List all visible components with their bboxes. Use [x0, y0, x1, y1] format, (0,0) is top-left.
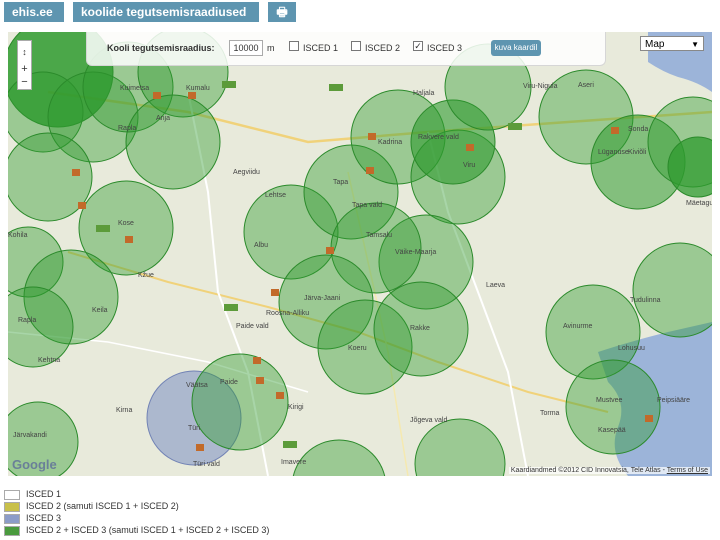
isced1-label: ISCED 1 — [303, 43, 339, 53]
svg-text:Tapa: Tapa — [333, 179, 348, 186]
svg-text:Albu: Albu — [254, 242, 268, 249]
svg-text:Rakvere vald: Rakvere vald — [418, 134, 459, 141]
top-tab-bar: ehis.ee koolide tegutsemisraadiused 🖶 — [0, 0, 720, 26]
zoom-out-button[interactable]: − — [18, 76, 31, 89]
svg-text:Kadrina: Kadrina — [378, 139, 402, 146]
svg-text:Lüganuse: Lüganuse — [598, 149, 629, 156]
radius-control-panel: Kooli tegutsemisraadius: 10000 m ISCED 1… — [86, 32, 606, 66]
legend-swatch — [4, 490, 20, 500]
svg-text:Järvakandi: Järvakandi — [13, 432, 47, 439]
svg-text:Rapla: Rapla — [118, 125, 136, 132]
legend-item: ISCED 2 (samuti ISCED 1 + ISCED 2) — [4, 501, 716, 513]
svg-text:Imavere: Imavere — [281, 459, 306, 466]
zoom-in-button[interactable]: + — [18, 63, 31, 76]
svg-text:Viru: Viru — [463, 162, 475, 169]
svg-text:Kasepää: Kasepää — [598, 427, 626, 434]
svg-text:Tamsalu: Tamsalu — [366, 232, 392, 239]
svg-text:Väike-Maarja: Väike-Maarja — [395, 249, 436, 256]
svg-text:Kuimetsa: Kuimetsa — [120, 85, 149, 92]
map-view[interactable]: Kuimetsa Kumalu Rapla Anja Haljala Viru-… — [8, 32, 712, 476]
svg-text:Mustvee: Mustvee — [596, 397, 623, 404]
map-type-select[interactable]: Map ▼ — [640, 36, 704, 51]
legend: ISCED 1 ISCED 2 (samuti ISCED 1 + ISCED … — [4, 489, 716, 537]
legend-item: ISCED 3 — [4, 513, 716, 525]
svg-text:Haljala: Haljala — [413, 90, 435, 97]
svg-text:Kiviõli: Kiviõli — [628, 149, 647, 156]
svg-text:Torma: Torma — [540, 410, 560, 417]
legend-item: ISCED 2 + ISCED 3 (samuti ISCED 1 + ISCE… — [4, 525, 716, 537]
radius-label: Kooli tegutsemisraadius: — [107, 43, 215, 53]
svg-text:Peipsiääre: Peipsiääre — [657, 397, 690, 404]
legend-swatch — [4, 526, 20, 536]
legend-label: ISCED 2 + ISCED 3 (samuti ISCED 1 + ISCE… — [26, 525, 270, 535]
svg-text:Avinurme: Avinurme — [563, 323, 593, 330]
svg-text:Lohusuu: Lohusuu — [618, 345, 645, 352]
svg-text:Kohila: Kohila — [8, 232, 28, 239]
svg-text:Laeva: Laeva — [486, 282, 505, 289]
svg-text:Anja: Anja — [156, 115, 170, 122]
legend-label: ISCED 1 — [26, 489, 62, 499]
isced2-checkbox[interactable] — [351, 41, 361, 51]
svg-text:Kehtna: Kehtna — [38, 357, 60, 364]
isced3-checkbox[interactable]: ✓ — [413, 41, 423, 51]
svg-text:Kose: Kose — [118, 220, 134, 227]
svg-text:Kumalu: Kumalu — [186, 85, 210, 92]
svg-text:Rapla: Rapla — [18, 317, 36, 324]
map-attribution: Kaardiandmed ©2012 CID Innovatsia, Tele … — [508, 467, 710, 474]
google-logo: Google — [12, 457, 57, 472]
pan-icon[interactable]: ↕ — [18, 41, 31, 63]
svg-text:Sonda: Sonda — [628, 126, 648, 133]
map-type-value: Map — [645, 39, 665, 50]
svg-text:Tapa vald: Tapa vald — [352, 202, 382, 209]
attribution-text: Kaardiandmed ©2012 CID Innovatsia, Tele … — [510, 467, 667, 474]
svg-text:Viru-Nigula: Viru-Nigula — [523, 83, 558, 90]
svg-text:Aseri: Aseri — [578, 82, 594, 89]
tab-school-radius[interactable]: koolide tegutsemisraadiused — [73, 2, 259, 22]
radius-input[interactable]: 10000 — [229, 40, 263, 56]
svg-text:Paide vald: Paide vald — [236, 323, 269, 330]
svg-text:Kirna: Kirna — [116, 407, 132, 414]
svg-text:Türi vald: Türi vald — [193, 461, 220, 468]
legend-swatch — [4, 514, 20, 524]
svg-text:Türi: Türi — [188, 425, 201, 432]
svg-text:Mäetaguse: Mäetaguse — [686, 200, 712, 207]
svg-text:Keila: Keila — [92, 307, 108, 314]
isced3-label: ISCED 3 — [427, 43, 463, 53]
svg-text:Koeru: Koeru — [348, 345, 367, 352]
svg-text:Tudulinna: Tudulinna — [630, 297, 661, 304]
svg-text:Kžue: Kžue — [138, 272, 154, 279]
radius-unit: m — [267, 43, 275, 53]
svg-text:Aegviidu: Aegviidu — [233, 169, 260, 176]
legend-label: ISCED 2 (samuti ISCED 1 + ISCED 2) — [26, 501, 179, 511]
show-on-map-button[interactable]: kuva kaardil — [491, 40, 541, 56]
svg-text:Rakke: Rakke — [410, 325, 430, 332]
svg-text:Väätsa: Väätsa — [186, 382, 208, 389]
isced2-label: ISCED 2 — [365, 43, 401, 53]
legend-label: ISCED 3 — [26, 513, 62, 523]
tab-home[interactable]: ehis.ee — [4, 2, 64, 22]
svg-text:Lehtse: Lehtse — [265, 192, 286, 199]
zoom-control: ↕ + − — [17, 40, 32, 90]
chevron-down-icon: ▼ — [691, 40, 699, 49]
legend-swatch — [4, 502, 20, 512]
svg-text:Roosna-Alliku: Roosna-Alliku — [266, 310, 309, 317]
isced1-checkbox[interactable] — [289, 41, 299, 51]
svg-text:Jõgeva vald: Jõgeva vald — [410, 417, 447, 424]
svg-text:Paide: Paide — [220, 379, 238, 386]
map-canvas: Kuimetsa Kumalu Rapla Anja Haljala Viru-… — [8, 32, 712, 476]
svg-text:Kirigi: Kirigi — [288, 404, 304, 411]
print-icon[interactable]: 🖶 — [268, 2, 296, 22]
legend-item: ISCED 1 — [4, 489, 716, 501]
svg-text:Järva-Jaani: Järva-Jaani — [304, 295, 341, 302]
terms-of-use-link[interactable]: Terms of Use — [667, 467, 708, 474]
